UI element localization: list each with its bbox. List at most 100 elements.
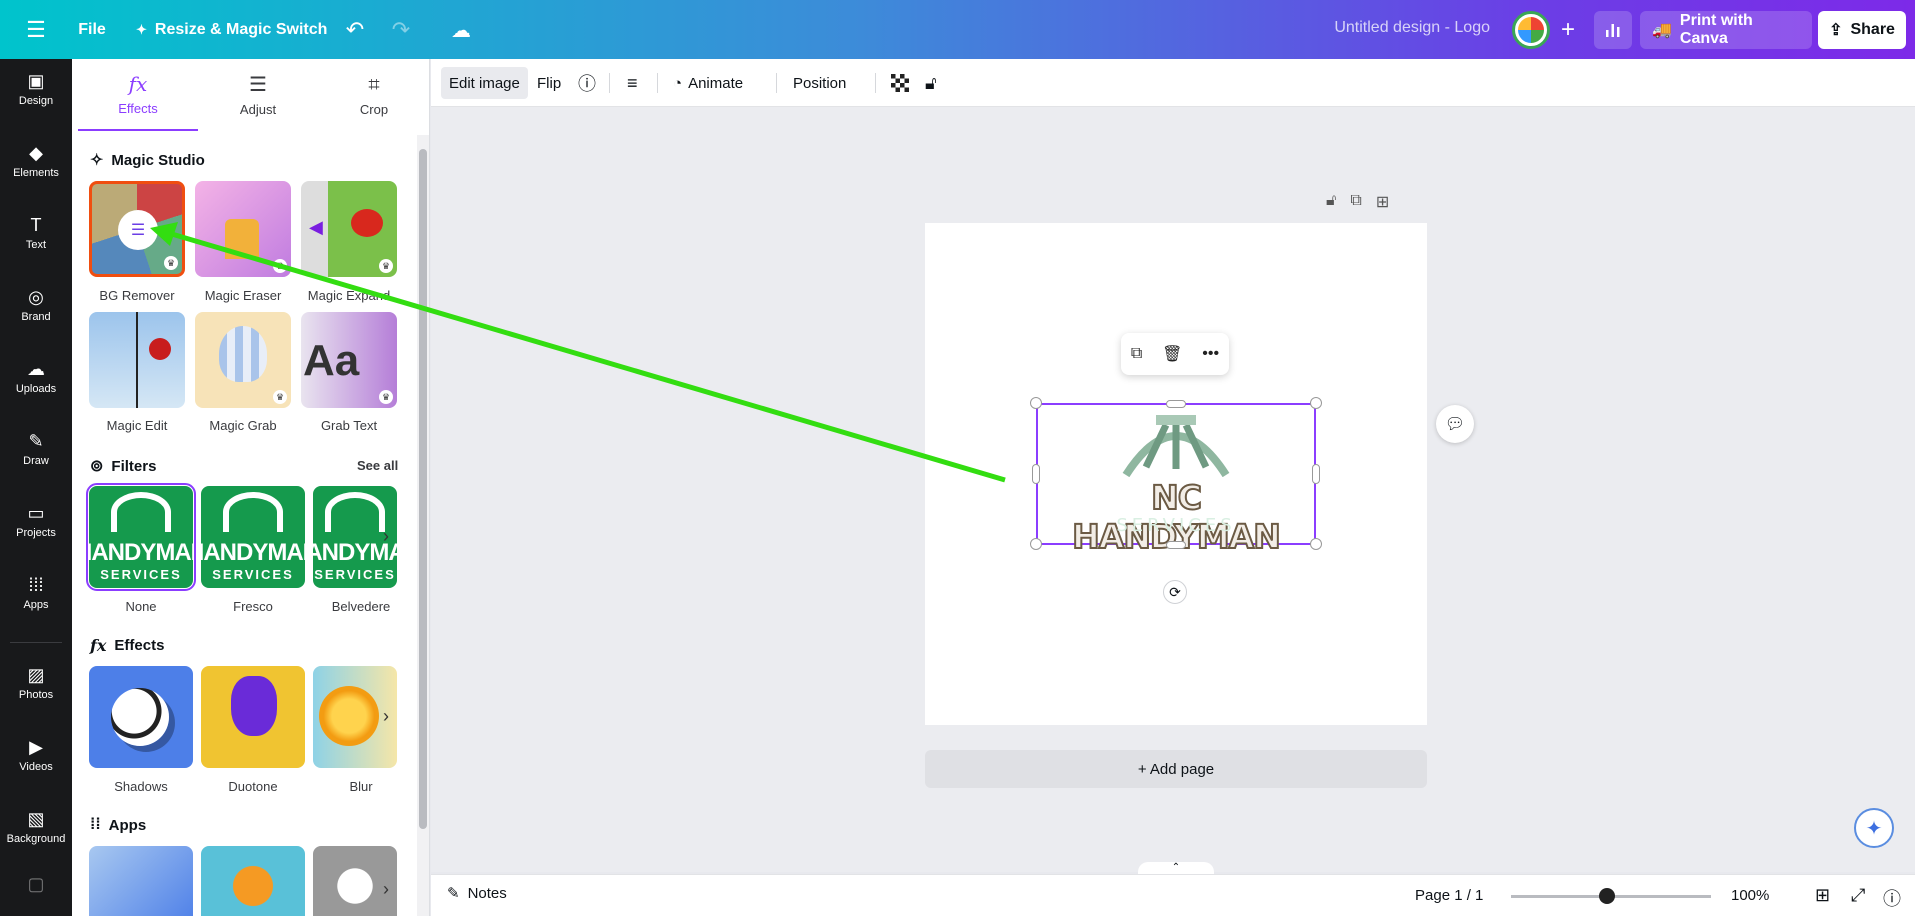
- magic-grab-tile[interactable]: ♛: [195, 312, 291, 408]
- grid-view-icon[interactable]: ⊞: [1815, 885, 1830, 906]
- rail-item-draw[interactable]: ✎ Draw: [0, 419, 72, 479]
- filter-fresco-tile[interactable]: HANDYMANSERVICES: [201, 486, 305, 588]
- animate-icon: ◔: [673, 74, 683, 92]
- redo-icon[interactable]: ↷: [384, 10, 418, 50]
- resize-handle[interactable]: [1030, 397, 1042, 409]
- context-toolbar: Edit image Flip ⓘ ≡ ◔ Animate Position 🔓…: [431, 59, 1915, 107]
- tool-label: Magic Edit: [106, 418, 168, 433]
- add-comment-icon[interactable]: 💬︎: [1436, 405, 1474, 443]
- zoom-slider[interactable]: [1511, 888, 1711, 904]
- rail-item-uploads[interactable]: ☁ Uploads: [0, 347, 72, 407]
- shadows-effect-tile[interactable]: [89, 666, 193, 768]
- zoom-value[interactable]: 100%: [1731, 887, 1769, 904]
- rail-item-elements[interactable]: ◆ Elements: [0, 131, 72, 191]
- transparency-icon[interactable]: [883, 67, 917, 99]
- notes-button[interactable]: ✎ Notes: [447, 884, 507, 903]
- page-count[interactable]: Page 1 / 1: [1415, 887, 1483, 904]
- resize-handle[interactable]: [1310, 397, 1322, 409]
- trash-icon[interactable]: 🗑︎: [1162, 344, 1182, 364]
- flip-button[interactable]: Flip: [529, 67, 569, 99]
- app-tile[interactable]: [89, 846, 193, 916]
- effects-panel: fx Effects ☰ Adjust ⌗ Crop ✧ Magic Studi…: [72, 59, 430, 916]
- rail-item-apps[interactable]: ⁞⁞⁞ Apps: [0, 563, 72, 623]
- bg-remover-tile[interactable]: ☰ ♛: [89, 181, 185, 277]
- app-tile[interactable]: [201, 846, 305, 916]
- panel-scrollbar[interactable]: [417, 135, 429, 916]
- print-label: Print with Canva: [1679, 12, 1753, 47]
- menu-icon[interactable]: ☰: [18, 10, 54, 50]
- lock-page-icon[interactable]: 🔓︎: [1326, 192, 1336, 216]
- resize-handle[interactable]: [1312, 464, 1320, 484]
- rail-item-brand[interactable]: ◎ Brand: [0, 275, 72, 335]
- chevron-up-icon[interactable]: ⌃: [1138, 862, 1214, 874]
- apps-grid-icon: ⁞⁞⁞: [28, 575, 44, 595]
- print-with-canva-button[interactable]: 🚚 Print with Canva: [1640, 11, 1812, 49]
- undo-icon[interactable]: ↶: [338, 10, 372, 50]
- rail-item-design[interactable]: ▣ Design: [0, 59, 72, 119]
- share-button[interactable]: ⇪ Share: [1818, 11, 1906, 49]
- avatar[interactable]: [1512, 11, 1550, 49]
- rail-label: Design: [18, 95, 54, 107]
- filter-tile-sub: SERVICES: [314, 567, 396, 582]
- chevron-right-icon[interactable]: ›: [375, 869, 397, 909]
- info-icon[interactable]: ⓘ: [570, 67, 604, 99]
- bottom-bar: ✎ Notes Page 1 / 1 100% ⊞ ⤢ ⓘ: [431, 874, 1915, 916]
- lock-icon[interactable]: 🔓︎: [917, 67, 945, 99]
- resize-handle[interactable]: [1310, 538, 1322, 550]
- resize-handle[interactable]: [1030, 538, 1042, 550]
- magic-expand-tile[interactable]: ◀ ♛: [301, 181, 397, 277]
- zoom-slider-knob[interactable]: [1599, 888, 1615, 904]
- animate-button[interactable]: ◔ Animate: [665, 67, 751, 99]
- grab-text-tile[interactable]: Aa ♛: [301, 312, 397, 408]
- insights-icon[interactable]: [1594, 11, 1632, 49]
- text-icon: T: [30, 215, 42, 235]
- filter-none-tile[interactable]: HANDYMANSERVICES: [86, 483, 196, 591]
- see-all-filters-link[interactable]: See all: [357, 458, 398, 473]
- background-icon: ▧: [27, 809, 45, 829]
- rail-label: Videos: [19, 761, 53, 773]
- rail-item-background[interactable]: ▧ Background: [0, 797, 72, 857]
- help-icon[interactable]: ⓘ: [1883, 885, 1901, 911]
- border-style-icon[interactable]: ≡: [619, 67, 646, 99]
- fx-icon: fx: [128, 71, 148, 96]
- edit-image-button[interactable]: Edit image: [441, 67, 528, 99]
- add-page-icon[interactable]: ⊞: [1376, 192, 1389, 216]
- crown-icon: ♛: [164, 256, 178, 270]
- tab-label: Effects: [118, 100, 158, 116]
- duplicate-icon[interactable]: ⧉: [1131, 345, 1142, 363]
- magic-edit-tile[interactable]: [89, 312, 185, 408]
- section-title: Effects: [114, 637, 165, 654]
- fullscreen-icon[interactable]: ⤢: [1851, 885, 1865, 906]
- tab-adjust[interactable]: ☰ Adjust: [198, 59, 318, 131]
- rail-item-videos[interactable]: ▶ Videos: [0, 725, 72, 785]
- rail-label: Text: [25, 239, 47, 251]
- duotone-effect-tile[interactable]: [201, 666, 305, 768]
- resize-handle[interactable]: [1032, 464, 1040, 484]
- duplicate-page-icon[interactable]: ⧉: [1350, 192, 1361, 216]
- chevron-right-icon[interactable]: ›: [375, 696, 397, 736]
- resize-handle[interactable]: [1166, 541, 1186, 549]
- rail-item-more[interactable]: ▢: [0, 859, 72, 909]
- adjust-icon: ☰: [118, 210, 158, 250]
- position-button[interactable]: Position: [785, 67, 854, 99]
- rotate-icon[interactable]: ⟳: [1163, 580, 1187, 604]
- add-people-icon[interactable]: +: [1552, 14, 1584, 46]
- section-title: Apps: [108, 816, 147, 834]
- filters-heading: ⊚ Filters: [90, 456, 156, 476]
- resize-magic-switch-button[interactable]: ✦ Resize & Magic Switch: [128, 10, 335, 50]
- scrollbar-thumb[interactable]: [419, 149, 427, 829]
- file-menu-button[interactable]: File: [70, 10, 114, 50]
- rail-item-text[interactable]: T Text: [0, 203, 72, 263]
- more-options-icon[interactable]: •••: [1202, 345, 1219, 363]
- tab-effects[interactable]: fx Effects: [78, 59, 198, 131]
- resize-handle[interactable]: [1166, 400, 1186, 408]
- design-title[interactable]: Untitled design - Logo: [1320, 19, 1490, 37]
- tab-crop[interactable]: ⌗ Crop: [314, 59, 429, 131]
- chevron-right-icon[interactable]: ›: [375, 516, 397, 556]
- magic-assistant-icon[interactable]: ✦: [1854, 808, 1894, 848]
- magic-eraser-tile[interactable]: ♛: [195, 181, 291, 277]
- add-page-button[interactable]: + Add page: [925, 750, 1427, 788]
- rail-item-projects[interactable]: ▭ Projects: [0, 491, 72, 551]
- cloud-sync-icon[interactable]: ☁: [444, 10, 478, 50]
- rail-item-photos[interactable]: ▨ Photos: [0, 653, 72, 713]
